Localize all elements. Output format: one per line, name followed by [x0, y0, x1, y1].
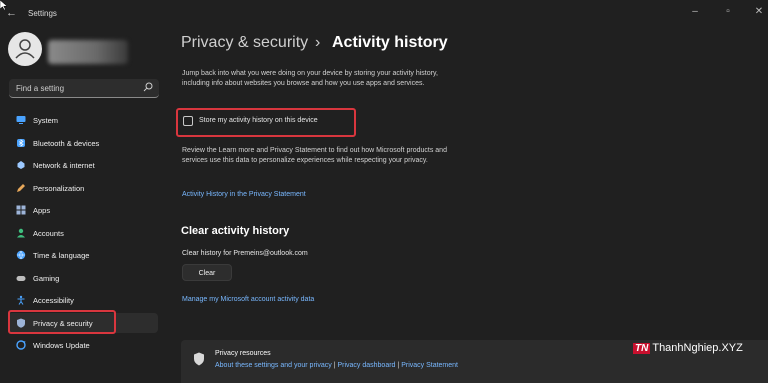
person-icon — [17, 228, 25, 238]
intro-text: Jump back into what you were doing on yo… — [182, 70, 438, 87]
clear-history-for-text: Clear history for Premeins@outlook.com — [182, 250, 308, 257]
store-history-checkbox[interactable] — [183, 116, 193, 126]
store-history-label[interactable]: Store my activity history on this device — [199, 117, 318, 124]
watermark-logo: TN — [633, 343, 651, 354]
privacy-statement-resource-link[interactable]: Privacy Statement — [401, 362, 458, 369]
watermark: TN ThanhNghiep.XYZ — [633, 342, 743, 354]
clear-section-title: Clear activity history — [181, 225, 290, 237]
apps-icon — [16, 205, 26, 215]
minimize-button[interactable]: – — [688, 5, 702, 19]
clear-button[interactable]: Clear — [182, 264, 232, 281]
sidebar-item-accessibility[interactable]: Accessibility — [8, 290, 158, 310]
sidebar-item-bluetooth-and-devices[interactable]: Bluetooth & devices — [8, 133, 158, 153]
sidebar-item-label: Bluetooth & devices — [33, 139, 100, 148]
back-button[interactable]: ← — [6, 6, 20, 20]
privacy-dashboard-link[interactable]: Privacy dashboard — [337, 362, 395, 369]
manage-activity-link[interactable]: Manage my Microsoft account activity dat… — [182, 296, 314, 303]
gamepad-icon — [16, 276, 26, 281]
sidebar-item-label: Gaming — [33, 274, 60, 283]
avatar[interactable] — [8, 32, 42, 66]
page-title: Activity history — [332, 34, 448, 51]
monitor-icon — [16, 116, 26, 124]
shield-icon — [194, 352, 204, 366]
update-icon — [16, 340, 26, 350]
sidebar-item-label: Network & internet — [33, 161, 95, 170]
sidebar-item-gaming[interactable]: Gaming — [8, 268, 158, 288]
about-settings-link[interactable]: About these settings and your privacy — [215, 362, 332, 369]
title-bar — [0, 0, 768, 28]
username-redacted — [48, 40, 128, 64]
search-icon — [143, 82, 153, 92]
sidebar-item-label: System — [33, 116, 59, 125]
mouse-cursor-icon — [0, 0, 8, 10]
privacy-resources-title: Privacy resources — [215, 350, 271, 357]
close-button[interactable]: ✕ — [752, 5, 766, 19]
sidebar-item-label: Personalization — [33, 184, 85, 193]
link-separator: | — [397, 362, 400, 369]
sidebar-item-apps[interactable]: Apps — [8, 200, 158, 220]
bluetooth-icon — [17, 139, 25, 147]
privacy-resources-links: About these settings and your privacy | … — [215, 362, 458, 369]
sidebar-item-label: Accessibility — [33, 296, 74, 305]
sidebar-item-label: Apps — [33, 206, 51, 215]
review-text: Review the Learn more and Privacy Statem… — [182, 147, 447, 164]
maximize-button[interactable]: ▫ — [721, 5, 735, 19]
watermark-text: ThanhNghiep.XYZ — [652, 342, 743, 354]
sidebar-item-time-and-language[interactable]: Time & language — [8, 245, 158, 265]
privacy-statement-link[interactable]: Activity History in the Privacy Statemen… — [182, 191, 306, 198]
sidebar-item-personalization[interactable]: Personalization — [8, 178, 158, 198]
person-icon — [15, 39, 35, 59]
breadcrumb-parent[interactable]: Privacy & security — [181, 34, 308, 52]
sidebar-item-network-and-internet[interactable]: Network & internet — [8, 155, 158, 175]
search-input[interactable]: Find a setting — [9, 79, 159, 98]
accessibility-icon — [17, 295, 25, 305]
search-placeholder: Find a setting — [16, 84, 65, 93]
sidebar-item-accounts[interactable]: Accounts — [8, 223, 158, 243]
wifi-icon — [17, 161, 25, 169]
sidebar-item-label: Windows Update — [33, 341, 90, 350]
link-separator: | — [333, 362, 336, 369]
sidebar-item-label: Accounts — [33, 229, 64, 238]
sidebar-item-label: Time & language — [33, 251, 90, 260]
sidebar-item-windows-update[interactable]: Windows Update — [8, 335, 158, 355]
breadcrumb-separator: › — [315, 34, 321, 51]
pen-icon — [17, 184, 25, 192]
sidebar-item-system[interactable]: System — [8, 110, 158, 130]
highlight-box-privacy — [8, 310, 116, 334]
app-title: Settings — [28, 9, 57, 18]
globe-icon — [16, 250, 26, 260]
